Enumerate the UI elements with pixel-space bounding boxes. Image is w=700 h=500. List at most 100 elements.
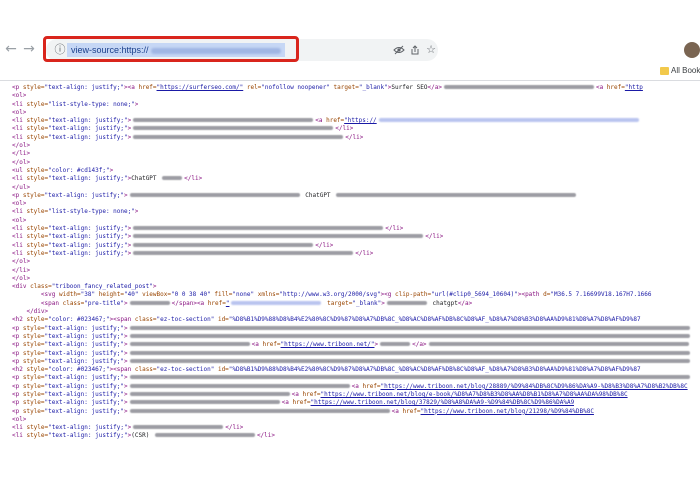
source-token: <li (12, 208, 27, 216)
source-token: href= (606, 84, 625, 91)
source-token: ChatGPT (301, 191, 335, 199)
source-token: "0 0 38 40" (170, 291, 211, 299)
source-code: <p style="text-align: justify;"> (12, 358, 692, 366)
source-token: href= (138, 84, 157, 91)
source-line: <span class="pre-title"> </span><a href="… (0, 300, 700, 308)
redacted-text (129, 350, 690, 355)
source-line: <li style="text-align: justify;">ChatGPT… (0, 175, 700, 183)
source-link[interactable]: "https:// (344, 117, 377, 124)
source-token: "text-align: justify;" (44, 332, 125, 340)
source-token: </span><a (171, 299, 208, 307)
source-token: style= (26, 175, 49, 183)
source-token (12, 308, 26, 315)
source-token: <li (12, 125, 27, 133)
source-token: </li> (12, 266, 31, 274)
source-code: </div> (12, 308, 48, 316)
source-token: <ol> (12, 415, 27, 423)
all-bookmarks-label[interactable]: All Bookm (671, 66, 700, 76)
source-code: </ol> (12, 142, 30, 150)
source-token: id= (214, 366, 229, 374)
source-token: "text-align: justify;" (44, 374, 125, 382)
source-token: <li (12, 225, 27, 233)
source-token: <ul (12, 166, 27, 174)
source-link[interactable]: "https://www.triboon.net/blog/21298/%D9%… (421, 408, 594, 415)
source-token: > (124, 341, 128, 349)
source-token: <ol> (12, 200, 27, 208)
source-code: <div class="triboon_fancy_related_post"> (12, 283, 157, 291)
source-link[interactable]: "http (625, 84, 643, 91)
source-code: <ul style="color: #cd143f;"> (12, 167, 113, 175)
eye-off-icon[interactable] (391, 42, 407, 58)
source-token: </ol> (12, 258, 31, 266)
source-code: <li style="text-align: justify;"> </li> (12, 125, 353, 133)
source-token: ><span (109, 366, 135, 374)
source-token: > (127, 225, 132, 233)
source-link[interactable]: "https://surferseo.com/" (157, 84, 244, 91)
source-token: <p (12, 374, 23, 382)
source-code: <li style="list-style-type: none;"> (12, 208, 138, 216)
source-line: <p style="text-align: justify;"><a href=… (0, 383, 700, 391)
source-token: </ol> (12, 158, 31, 166)
source-token: "text-align: justify;" (48, 225, 128, 233)
redacted-text (129, 391, 290, 396)
star-icon[interactable]: ☆ (423, 42, 439, 58)
source-token: > (124, 382, 128, 390)
source-token: id= (214, 316, 229, 324)
source-token: "text-align: justify;" (48, 125, 128, 133)
source-line: <li style="list-style-type: none;"> (0, 208, 700, 216)
source-token: ><path (517, 291, 544, 299)
source-code: <li style="text-align: justify;"> </li> (12, 424, 243, 432)
source-token: "40" (124, 291, 139, 299)
redacted-text (386, 300, 427, 305)
source-token: "ez-toc-section" (156, 366, 215, 374)
back-button[interactable]: ← (2, 40, 20, 58)
source-view: <p style="text-align: justify;"><a href=… (0, 84, 700, 459)
source-token: class= (134, 316, 157, 324)
source-token: Surfer SEO (391, 84, 428, 91)
source-token: viewBox= (138, 291, 171, 299)
source-token: style= (26, 432, 49, 440)
share-icon[interactable] (407, 42, 423, 58)
redacted-text (154, 433, 255, 438)
source-token: "url(#clip0_5694_10604)" (431, 291, 518, 299)
source-token: class= (134, 366, 157, 374)
source-link[interactable]: "https://www.triboon.net/" (281, 341, 375, 348)
source-token: height= (95, 291, 125, 299)
source-link[interactable]: "https://www.triboon.net/blog/28889/%D9%… (381, 383, 688, 390)
source-line: <p style="text-align: justify;"><a href=… (0, 84, 700, 92)
source-line: <li style="list-style-type: none;"> (0, 101, 700, 109)
avatar[interactable] (684, 42, 700, 58)
source-code: <p style="text-align: justify;"> <a href=… (12, 383, 688, 391)
redacted-text (129, 325, 690, 330)
source-token: "text-align: justify;" (48, 432, 128, 440)
source-line: <li style="text-align: justify;">(CSR) <… (0, 432, 700, 440)
source-link[interactable]: "https://www.triboon.net/blog/37829/%D8%… (311, 399, 575, 406)
source-code: <li style="text-align: justify;"> </li> (12, 242, 333, 250)
source-token: style= (22, 357, 45, 365)
redacted-text (428, 342, 689, 347)
source-token: style= (26, 100, 49, 108)
source-token: <p (12, 332, 23, 340)
redacted-text (129, 383, 350, 388)
source-token: style= (26, 233, 49, 241)
source-code: <p style="text-align: justify;"> (12, 325, 692, 333)
source-line: <ol> (0, 416, 700, 424)
redacted-link (378, 118, 639, 123)
forward-button[interactable]: → (20, 40, 38, 58)
source-token: "text-align: justify;" (48, 249, 128, 257)
source-token: > (124, 374, 128, 382)
source-token: href= (207, 299, 226, 307)
source-link[interactable]: " (226, 300, 230, 307)
redacted-text (133, 126, 334, 131)
source-token: <p (12, 357, 23, 365)
redacted-text (133, 234, 424, 239)
source-token: > (124, 324, 128, 332)
source-code: <li style="text-align: justify;">ChatGPT… (12, 175, 202, 183)
source-token: > (127, 241, 132, 249)
source-line: </li> (0, 267, 700, 275)
source-code: </ol> (12, 159, 30, 167)
source-line: <p style="text-align: justify;"><a href=… (0, 391, 700, 399)
source-token: > (124, 407, 128, 415)
source-token: </a> (427, 84, 442, 91)
source-link[interactable]: "https://www.triboon.net/blog/e-book/%D8… (321, 391, 628, 398)
